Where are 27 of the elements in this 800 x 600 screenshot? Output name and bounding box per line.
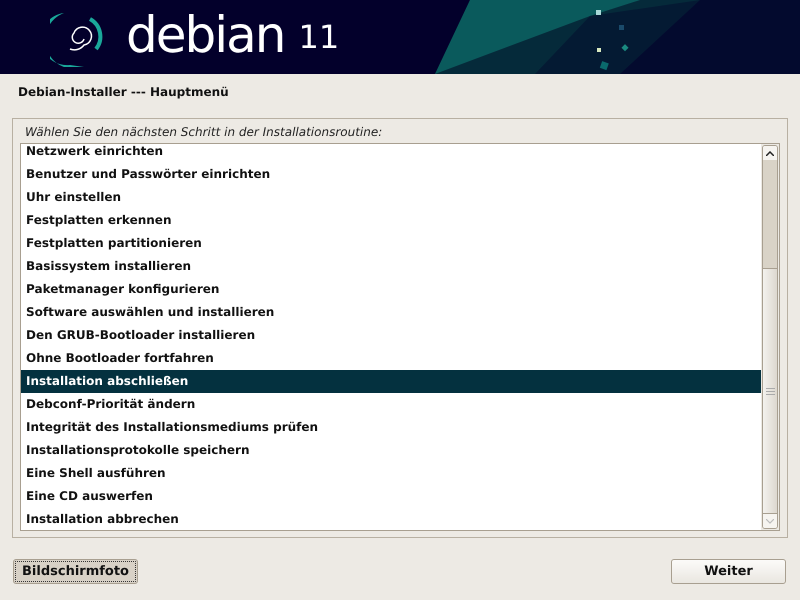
logo-wordmark: debian	[126, 10, 284, 60]
menu-item[interactable]: Integrität des Installationsmediums prüfen	[21, 416, 761, 439]
window-title: Debian-Installer --- Hauptmenü	[17, 84, 230, 101]
menu-item[interactable]: Netzwerk einrichten	[21, 140, 761, 163]
menu-item[interactable]: Paketmanager konfigurieren	[21, 278, 761, 301]
menu-item[interactable]: Uhr einstellen	[21, 186, 761, 209]
scroll-down-icon[interactable]	[766, 518, 774, 524]
version-number: 11	[298, 21, 340, 53]
menu-item[interactable]: Den GRUB-Bootloader installieren	[21, 324, 761, 347]
menu-item[interactable]: Basissystem installieren	[21, 255, 761, 278]
grip-icon[interactable]	[766, 388, 774, 394]
menu-item[interactable]: Installation abbrechen	[21, 508, 761, 530]
prompt-text: Wählen Sie den nächsten Schritt in der Installationsroutine:	[24, 125, 384, 141]
menu-item[interactable]: Installationsprotokolle speichern	[21, 439, 761, 462]
continue-button[interactable]: Weiter	[671, 559, 786, 584]
menu-item[interactable]: Eine Shell ausführen	[21, 462, 761, 485]
menu-item[interactable]: Benutzer und Passwörter einrichten	[21, 163, 761, 186]
scrollbar[interactable]	[761, 144, 779, 530]
scroll-up-icon[interactable]	[766, 150, 774, 156]
screenshot-button[interactable]: Bildschirmfoto	[13, 559, 138, 584]
menu-item[interactable]: Festplatten erkennen	[21, 209, 761, 232]
menu-item[interactable]: Festplatten partitionieren	[21, 232, 761, 255]
menu-item[interactable]: Software auswählen und installieren	[21, 301, 761, 324]
menu-item[interactable]: Debconf-Priorität ändern	[21, 393, 761, 416]
menu-item[interactable]: Installation abschließen	[21, 370, 761, 393]
menu-item[interactable]: Eine CD auswerfen	[21, 485, 761, 508]
menu-item[interactable]: Ohne Bootloader fortfahren	[21, 347, 761, 370]
